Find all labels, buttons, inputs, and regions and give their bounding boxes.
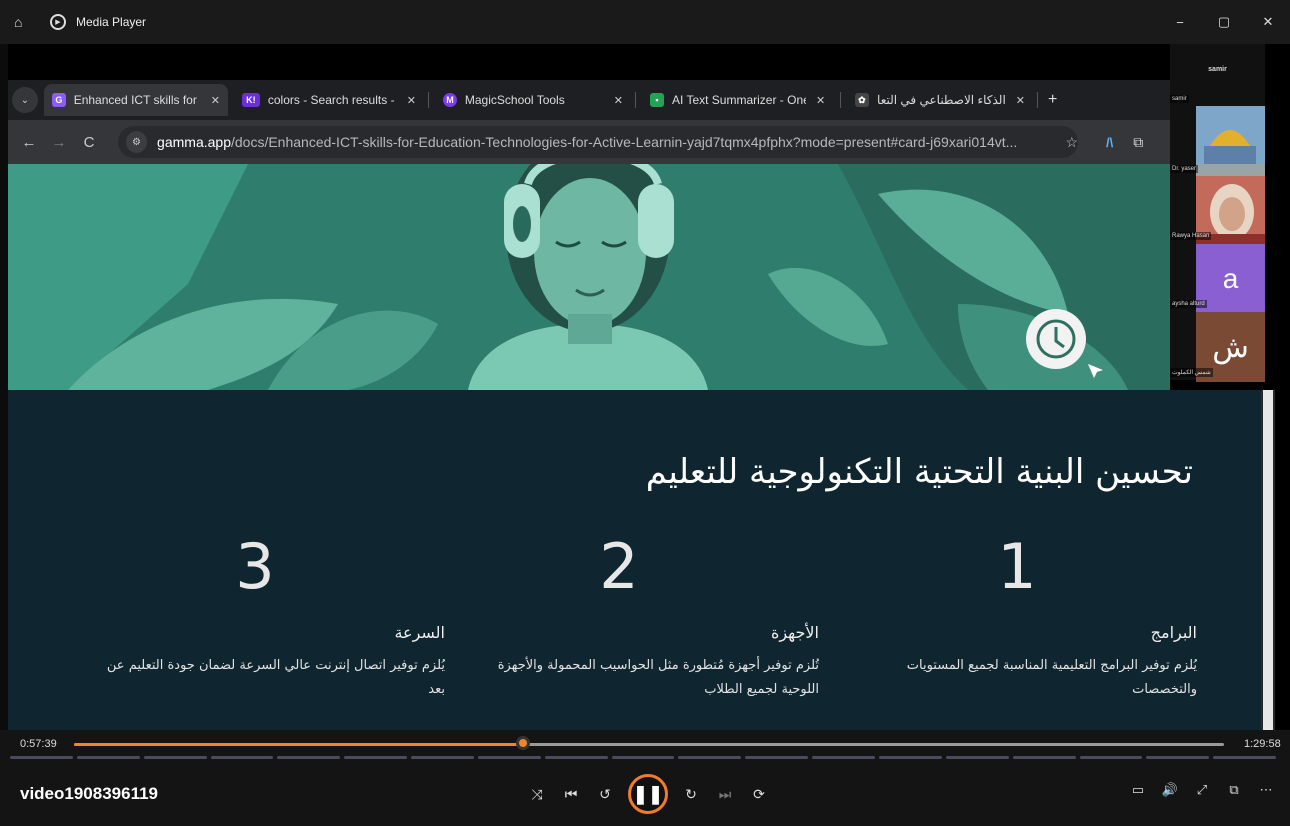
tab-separator — [1037, 92, 1038, 108]
column-1: 1 البرامج يُلزم توفير البرامج التعليمية … — [837, 530, 1197, 702]
slide-scrollbar[interactable] — [1261, 390, 1275, 730]
reload-button[interactable]: C — [74, 134, 104, 151]
tab-title: Enhanced ICT skills for Ed — [73, 93, 201, 107]
url-path: /docs/Enhanced-ICT-skills-for-Education-… — [230, 134, 1018, 150]
column-number: 3 — [235, 530, 275, 603]
participant-label: Dr. yaser — [1170, 165, 1199, 173]
tab-title: colors - Search results - I — [267, 93, 397, 107]
back-button[interactable]: ← — [14, 134, 44, 151]
video-frame[interactable]: ⌄ G Enhanced ICT skills for Ed ✕ K! colo… — [8, 44, 1290, 760]
close-tab-icon[interactable]: ✕ — [614, 94, 623, 107]
participant-label: aysha alturd — [1170, 300, 1207, 308]
participants-panel: samir samir Dr. yaser Rawya Hasan a aysh… — [1170, 44, 1265, 382]
chapter-markers — [10, 756, 1280, 760]
subtitles-icon[interactable]: ▭ — [1122, 782, 1154, 798]
kahoot-favicon-icon: K! — [242, 93, 260, 107]
fullscreen-icon[interactable]: ⤢ — [1186, 782, 1218, 798]
tab-title: الذكاء الاصطناعي في التعا — [877, 93, 1006, 107]
seek-bar[interactable] — [74, 743, 1224, 746]
tab-ai-text-summarizer[interactable]: ▪ AI Text Summarizer - One ✕ — [642, 84, 836, 116]
flower-favicon-icon: ✿ — [855, 93, 869, 107]
seek-handle[interactable] — [515, 736, 530, 750]
participant-label: Rawya Hasan — [1170, 232, 1212, 240]
host-name: samir — [1208, 66, 1227, 73]
pause-button[interactable]: ❚❚ — [628, 774, 668, 814]
transport-controls: ⤨ ⏮ ↺ ❚❚ ↻ ⏭ ⟳ — [520, 774, 776, 814]
close-tab-icon[interactable]: ✕ — [211, 94, 220, 107]
tab-colors-search[interactable]: K! colors - Search results - I ✕ — [234, 84, 424, 116]
seek-progress — [74, 743, 523, 746]
participant-label: samir — [1170, 95, 1189, 103]
media-player-logo-icon: ▶ — [50, 14, 66, 30]
repeat-off-icon[interactable]: ⟳ — [742, 786, 776, 803]
scrollbar-thumb[interactable] — [1263, 390, 1273, 730]
column-heading: السرعة — [394, 623, 445, 642]
window-controls: − ▢ ✕ — [1158, 0, 1290, 44]
slide-content: تحسين البنية التحتية التكنولوجية للتعليم… — [8, 390, 1275, 730]
close-tab-icon[interactable]: ✕ — [816, 94, 825, 107]
forward-30-icon[interactable]: ↻ — [674, 786, 708, 803]
url-host: gamma.app — [157, 134, 231, 150]
video-title: video1908396119 — [20, 784, 159, 803]
column-2: 2 الأجهزة تُلزم توفير أجهزة مُتطورة مثل … — [459, 530, 819, 702]
column-3: 3 السرعة يُلزم توفير اتصال إنترنت عالي ا… — [85, 530, 445, 702]
browser-chrome: ⌄ G Enhanced ICT skills for Ed ✕ K! colo… — [8, 80, 1170, 164]
tab-separator — [428, 92, 429, 108]
column-body: تُلزم توفير أجهزة مُتطورة مثل الحواسيب ا… — [497, 658, 819, 697]
rewind-10-icon[interactable]: ↺ — [588, 786, 622, 803]
tab-separator — [840, 92, 841, 108]
shuffle-icon[interactable]: ⤨ — [520, 786, 554, 803]
extension-icon[interactable]: /\ — [1106, 135, 1113, 150]
magicschool-favicon-icon: M — [443, 93, 457, 107]
column-heading: البرامج — [1150, 623, 1197, 642]
column-body: يُلزم توفير اتصال إنترنت عالي السرعة لضم… — [106, 658, 445, 697]
extensions-puzzle-icon[interactable]: ⧉ — [1133, 134, 1143, 151]
miniplayer-icon[interactable]: ⧉ — [1218, 782, 1250, 798]
bookmark-star-icon[interactable]: ☆ — [1065, 134, 1078, 151]
tab-enhanced-ict[interactable]: G Enhanced ICT skills for Ed ✕ — [44, 84, 228, 116]
participant-label: شمس الكملوت — [1170, 368, 1213, 377]
column-body: يُلزم توفير البرامج التعليمية المناسبة ل… — [906, 658, 1197, 697]
maximize-button[interactable]: ▢ — [1202, 0, 1246, 44]
column-heading: الأجهزة — [770, 623, 819, 642]
column-number: 1 — [997, 530, 1037, 603]
new-tab-button[interactable]: + — [1048, 91, 1057, 109]
right-controls: ▭ 🔊 ⤢ ⧉ ⋯ — [1122, 782, 1282, 798]
previous-icon[interactable]: ⏮ — [554, 786, 588, 803]
tab-ai-arabic[interactable]: ✿ الذكاء الاصطناعي في التعا ✕ — [847, 84, 1033, 116]
title-bar: ⌂ ▶ Media Player − ▢ ✕ — [0, 0, 1290, 44]
slide-title: تحسين البنية التحتية التكنولوجية للتعليم — [645, 452, 1193, 492]
total-time: 1:29:58 — [1244, 738, 1281, 750]
sheet-favicon-icon: ▪ — [650, 93, 664, 107]
close-tab-icon[interactable]: ✕ — [1016, 94, 1025, 107]
home-icon[interactable]: ⌂ — [14, 14, 30, 30]
address-bar[interactable]: ⚙ gamma.app /docs/Enhanced-ICT-skills-fo… — [118, 126, 1078, 158]
column-number: 2 — [599, 530, 639, 603]
more-options-icon[interactable]: ⋯ — [1250, 782, 1282, 798]
current-time: 0:57:39 — [20, 738, 57, 750]
tab-magicschool[interactable]: M MagicSchool Tools ✕ — [435, 84, 631, 116]
address-row: ← → C ⚙ gamma.app /docs/Enhanced-ICT-ski… — [8, 120, 1170, 164]
next-icon[interactable]: ⏭ — [708, 786, 742, 803]
close-tab-icon[interactable]: ✕ — [407, 94, 416, 107]
tab-separator — [635, 92, 636, 108]
media-player-window: ⌂ ▶ Media Player − ▢ ✕ ⌄ G Enhanced ICT … — [0, 0, 1290, 826]
minimize-button[interactable]: − — [1158, 0, 1202, 44]
tab-title: MagicSchool Tools — [464, 93, 565, 107]
volume-icon[interactable]: 🔊 — [1154, 782, 1186, 798]
tab-strip: ⌄ G Enhanced ICT skills for Ed ✕ K! colo… — [8, 80, 1170, 120]
close-button[interactable]: ✕ — [1246, 0, 1290, 44]
gamma-favicon-icon: G — [52, 93, 66, 107]
participant-tile-samir[interactable] — [1196, 106, 1265, 176]
forward-button[interactable]: → — [44, 134, 74, 151]
tab-title: AI Text Summarizer - One — [672, 93, 806, 107]
slide-hero-image — [8, 164, 1170, 390]
app-title: Media Player — [76, 15, 147, 29]
tab-search-dropdown-icon[interactable]: ⌄ — [12, 87, 38, 113]
dome-photo-icon — [1196, 106, 1265, 176]
player-controls: 0:57:39 1:29:58 video1908396119 ⤨ ⏮ ↺ ❚❚… — [0, 730, 1290, 826]
site-settings-icon[interactable]: ⚙ — [126, 131, 148, 153]
